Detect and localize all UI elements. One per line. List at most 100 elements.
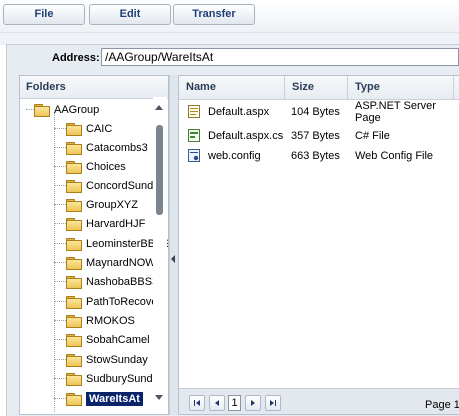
folder-icon xyxy=(66,314,82,328)
tree-item-label: StowSunday xyxy=(86,353,148,366)
tree-connector xyxy=(54,243,66,244)
folder-icon xyxy=(66,237,82,251)
tree-connector xyxy=(54,185,66,186)
tree-item[interactable]: MaynardNOW xyxy=(54,253,156,272)
tree-connector xyxy=(54,398,66,399)
folder-icon xyxy=(66,256,82,270)
tree-item[interactable]: NashobaBBSS xyxy=(54,272,159,291)
transfer-menu-button[interactable]: Transfer xyxy=(173,4,255,25)
folder-icon xyxy=(66,372,82,386)
prev-page-icon xyxy=(215,400,219,406)
prev-page-button[interactable] xyxy=(209,395,225,411)
scroll-thumb[interactable] xyxy=(156,125,163,215)
file-name: Default.aspx xyxy=(208,106,270,118)
tree-item-label: WareItsAt xyxy=(86,391,143,406)
tree-item[interactable]: CAIC xyxy=(54,119,112,138)
folder-icon xyxy=(66,392,82,406)
last-bar xyxy=(275,400,276,406)
first-page-button[interactable] xyxy=(189,395,205,411)
file-type-line2: Page xyxy=(355,112,381,124)
tree-root-label: AAGroup xyxy=(54,103,100,116)
tree-item[interactable]: SobahCamel xyxy=(54,330,150,349)
folder-icon xyxy=(66,275,82,289)
column-header-name[interactable]: Name xyxy=(179,76,285,99)
table-row[interactable]: Default.aspx.cs 357 Bytes C# File xyxy=(179,128,459,147)
tree-connector xyxy=(54,262,66,263)
table-row[interactable]: web.config 663 Bytes Web Config File xyxy=(179,148,459,167)
tree-connector xyxy=(54,166,66,167)
folder-icon xyxy=(66,333,82,347)
tree-item[interactable]: Choices xyxy=(54,157,126,176)
folders-scrollbar[interactable] xyxy=(153,97,167,414)
tree-item[interactable]: RMOKOS xyxy=(54,311,135,330)
tree-connector xyxy=(54,147,66,148)
tree-item-label: NashobaBBSS xyxy=(86,275,160,288)
file-size: 104 Bytes xyxy=(291,106,340,118)
pager: 1 Page 1 xyxy=(179,388,459,414)
scroll-down-icon[interactable] xyxy=(155,395,163,400)
tree-item-label: GroupXYZ xyxy=(86,198,138,211)
column-header-type[interactable]: Type xyxy=(348,76,454,99)
tree-connector xyxy=(54,223,66,224)
tree-connector xyxy=(54,204,66,205)
page-number-input[interactable]: 1 xyxy=(228,395,241,411)
file-type: Web Config File xyxy=(355,150,434,162)
folder-icon xyxy=(66,160,82,174)
table-row[interactable]: Default.aspx 104 Bytes ASP.NET Server Pa… xyxy=(179,100,459,126)
next-page-button[interactable] xyxy=(245,395,261,411)
files-header: Name Size Type xyxy=(179,76,459,100)
folder-icon xyxy=(66,217,82,231)
tree-item-label: HarvardHJF xyxy=(86,217,146,230)
tree-item[interactable]: LeominsterBBSS xyxy=(54,234,168,253)
folder-open-icon xyxy=(34,103,50,117)
file-name: Default.aspx.cs xyxy=(208,130,284,142)
tree-item-label: MaynardNOW xyxy=(86,256,156,269)
edit-menu-button[interactable]: Edit xyxy=(89,4,171,25)
tree-item-label: RMOKOS xyxy=(86,314,135,327)
tree-item-label: Choices xyxy=(86,160,126,173)
tree-item[interactable]: PathToRecovery xyxy=(54,292,167,311)
tree-item[interactable]: ConcordSunday xyxy=(54,176,165,195)
aspx-file-icon xyxy=(188,105,200,118)
tree-item[interactable]: HarvardHJF xyxy=(54,214,145,233)
last-page-button[interactable] xyxy=(265,395,281,411)
tree-connector xyxy=(26,109,34,110)
tree-item[interactable]: StowSunday xyxy=(54,350,148,369)
pane-splitter[interactable] xyxy=(169,75,178,415)
file-size: 357 Bytes xyxy=(291,130,340,142)
tree-connector xyxy=(54,301,66,302)
tree-connector xyxy=(54,339,66,340)
folder-icon xyxy=(66,179,82,193)
folder-icon xyxy=(66,141,82,155)
tree-item[interactable]: Catacombs3 xyxy=(54,138,148,157)
collapse-arrow-icon[interactable] xyxy=(171,255,175,263)
tree-connector xyxy=(54,359,66,360)
column-header-size[interactable]: Size xyxy=(285,76,348,99)
address-field[interactable]: /AAGroup/WareItsAt xyxy=(101,48,459,66)
file-type: ASP.NET Server xyxy=(355,100,436,112)
file-name: web.config xyxy=(208,150,261,162)
file-size: 663 Bytes xyxy=(291,150,340,162)
next-page-icon xyxy=(251,400,255,406)
page-indicator: Page 1 xyxy=(425,399,459,411)
folder-icon xyxy=(66,295,82,309)
file-menu-button[interactable]: File xyxy=(3,4,85,25)
tree-connector xyxy=(54,320,66,321)
first-page-icon xyxy=(196,400,200,406)
tree-item[interactable]: SudburySunday xyxy=(54,369,164,388)
tree-connector xyxy=(54,378,66,379)
scroll-up-icon[interactable] xyxy=(155,105,163,110)
tree-root-aagroup[interactable]: AAGroup xyxy=(26,100,99,119)
tree-item-selected[interactable]: WareItsAt xyxy=(54,389,143,408)
tree-connector xyxy=(54,281,66,282)
last-page-icon xyxy=(270,400,274,406)
folders-header: Folders xyxy=(20,76,168,99)
tree-item[interactable]: GroupXYZ xyxy=(54,195,138,214)
file-type: C# File xyxy=(355,130,390,142)
tree-item-label: SobahCamel xyxy=(86,333,150,346)
files-panel: Name Size Type Default.aspx 104 Bytes AS… xyxy=(178,75,459,415)
toolbar: File Edit Transfer xyxy=(0,0,459,32)
folder-icon xyxy=(66,353,82,367)
folders-panel: Folders AAGroup CAIC Catacombs3 Choices … xyxy=(19,75,169,415)
first-bar xyxy=(194,400,195,406)
